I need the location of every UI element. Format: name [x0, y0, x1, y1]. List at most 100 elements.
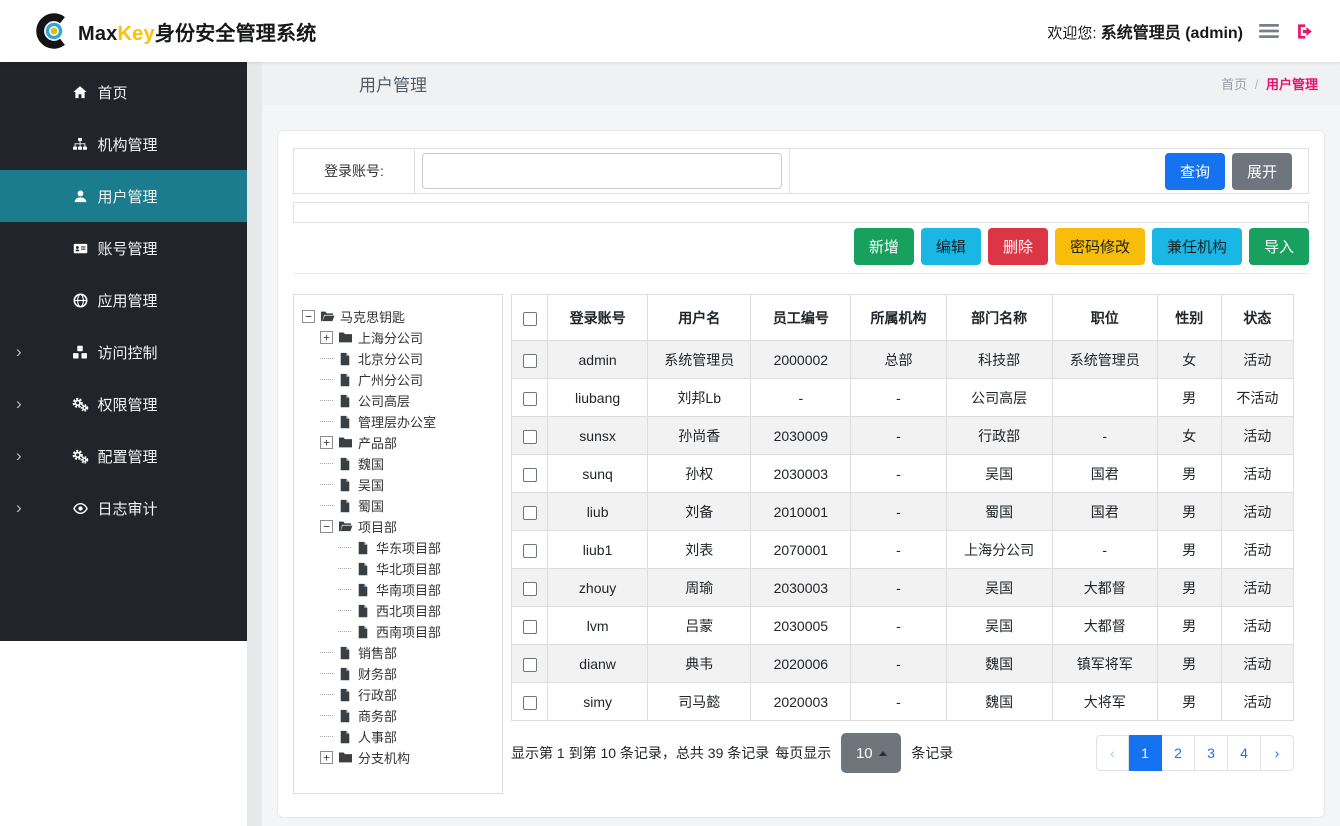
file-icon [337, 478, 353, 492]
logout-icon[interactable] [1295, 22, 1314, 41]
toolbar-button-2[interactable]: 删除 [988, 228, 1048, 265]
table-row[interactable]: sunq孙权2030003-吴国国君男活动 [512, 455, 1294, 493]
tree-node[interactable]: − 马克思钥匙 [300, 306, 496, 327]
next-page-button[interactable]: › [1261, 735, 1294, 771]
row-checkbox[interactable] [523, 658, 537, 672]
tree-node[interactable]: 财务部 [300, 663, 496, 684]
sidebar-item-0[interactable]: 首页 [0, 66, 247, 118]
table-cell: 女 [1157, 341, 1221, 379]
table-row[interactable]: zhouy周瑜2030003-吴国大都督男活动 [512, 569, 1294, 607]
select-all-checkbox[interactable] [523, 312, 537, 326]
tree-node[interactable]: − 项目部 [300, 516, 496, 537]
table-cell: 魏国 [946, 645, 1052, 683]
page-button-2[interactable]: 2 [1162, 735, 1195, 771]
row-checkbox[interactable] [523, 468, 537, 482]
tree-collapse-icon[interactable]: − [302, 310, 315, 323]
tree-node[interactable]: 西北项目部 [300, 600, 496, 621]
sidebar-item-2[interactable]: 用户管理 [0, 170, 247, 222]
tree-expand-icon[interactable]: + [320, 436, 333, 449]
tree-node[interactable]: +上海分公司 [300, 327, 496, 348]
sidebar-item-4[interactable]: 应用管理 [0, 274, 247, 326]
page-button-4[interactable]: 4 [1228, 735, 1261, 771]
tree-node[interactable]: 蜀国 [300, 495, 496, 516]
folder-open-icon [319, 310, 335, 323]
tree-node-label: 西南项目部 [376, 622, 441, 641]
table-cell: - [751, 379, 851, 417]
table-cell: 2030009 [751, 417, 851, 455]
menu-icon[interactable] [1259, 23, 1279, 39]
tree-node[interactable]: +分支机构 [300, 747, 496, 768]
prev-page-button[interactable]: ‹ [1096, 735, 1129, 771]
tree-node[interactable]: 吴国 [300, 474, 496, 495]
table-row[interactable]: dianw典韦2020006-魏国镇军将军男活动 [512, 645, 1294, 683]
tree-node[interactable]: 管理层办公室 [300, 411, 496, 432]
row-checkbox[interactable] [523, 582, 537, 596]
expand-button[interactable]: 展开 [1232, 153, 1292, 190]
row-checkbox[interactable] [523, 354, 537, 368]
eye-icon [72, 501, 89, 516]
sidebar-item-7[interactable]: ›配置管理 [0, 430, 247, 482]
tree-node[interactable]: 魏国 [300, 453, 496, 474]
tree-node[interactable]: 销售部 [300, 642, 496, 663]
tree-node[interactable]: 华北项目部 [300, 558, 496, 579]
caret-up-icon [879, 751, 887, 756]
tree-connector [320, 379, 333, 380]
page-size-dropdown[interactable]: 10 [841, 733, 901, 773]
table-cell: 活动 [1221, 607, 1293, 645]
table-row[interactable]: liubang刘邦Lb--公司高层男不活动 [512, 379, 1294, 417]
chevron-right-icon: › [16, 499, 22, 516]
globe-icon [72, 293, 89, 308]
column-header: 登录账号 [548, 295, 648, 341]
tree-node[interactable]: 北京分公司 [300, 348, 496, 369]
sidebar-item-8[interactable]: ›日志审计 [0, 482, 247, 534]
page-button-3[interactable]: 3 [1195, 735, 1228, 771]
table-row[interactable]: liub1刘表2070001-上海分公司-男活动 [512, 531, 1294, 569]
row-checkbox[interactable] [523, 392, 537, 406]
page-button-1[interactable]: 1 [1129, 735, 1162, 771]
row-checkbox[interactable] [523, 544, 537, 558]
file-icon [355, 583, 371, 597]
tree-node[interactable]: 公司高层 [300, 390, 496, 411]
tree-node[interactable]: 人事部 [300, 726, 496, 747]
file-icon [337, 499, 353, 513]
file-icon [337, 394, 353, 408]
row-checkbox[interactable] [523, 430, 537, 444]
folder-icon [337, 331, 353, 344]
sidebar-item-3[interactable]: 账号管理 [0, 222, 247, 274]
tree-expand-icon[interactable]: + [320, 751, 333, 764]
tree-node-label: 华北项目部 [376, 559, 441, 578]
table-row[interactable]: admin系统管理员2000002总部科技部系统管理员女活动 [512, 341, 1294, 379]
toolbar-button-4[interactable]: 兼任机构 [1152, 228, 1242, 265]
table-row[interactable]: sunsx孙尚香2030009-行政部-女活动 [512, 417, 1294, 455]
row-checkbox[interactable] [523, 696, 537, 710]
tree-node-label: 马克思钥匙 [340, 307, 405, 326]
query-button[interactable]: 查询 [1165, 153, 1225, 190]
tree-node[interactable]: 华南项目部 [300, 579, 496, 600]
tree-node[interactable]: 西南项目部 [300, 621, 496, 642]
tree-collapse-icon[interactable]: − [320, 520, 333, 533]
table-row[interactable]: lvm吕蒙2030005-吴国大都督男活动 [512, 607, 1294, 645]
table-cell: 吴国 [946, 569, 1052, 607]
table-cell: 活动 [1221, 341, 1293, 379]
login-account-input[interactable] [422, 153, 782, 189]
breadcrumb-home[interactable]: 首页 [1221, 77, 1247, 92]
tree-node-label: 项目部 [358, 517, 397, 536]
tree-node[interactable]: 华东项目部 [300, 537, 496, 558]
toolbar-button-1[interactable]: 编辑 [921, 228, 981, 265]
toolbar-button-5[interactable]: 导入 [1249, 228, 1309, 265]
sidebar-item-1[interactable]: 机构管理 [0, 118, 247, 170]
sidebar-item-5[interactable]: ›访问控制 [0, 326, 247, 378]
tree-node[interactable]: 行政部 [300, 684, 496, 705]
row-checkbox[interactable] [523, 506, 537, 520]
tree-node[interactable]: 商务部 [300, 705, 496, 726]
sidebar-item-6[interactable]: ›权限管理 [0, 378, 247, 430]
tree-node[interactable]: +产品部 [300, 432, 496, 453]
table-row[interactable]: simy司马懿2020003-魏国大将军男活动 [512, 683, 1294, 721]
tree-node[interactable]: 广州分公司 [300, 369, 496, 390]
table-row[interactable]: liub刘备2010001-蜀国国君男活动 [512, 493, 1294, 531]
row-checkbox[interactable] [523, 620, 537, 634]
tree-expand-icon[interactable]: + [320, 331, 333, 344]
toolbar-button-3[interactable]: 密码修改 [1055, 228, 1145, 265]
tree-connector [320, 736, 333, 737]
toolbar-button-0[interactable]: 新增 [854, 228, 914, 265]
